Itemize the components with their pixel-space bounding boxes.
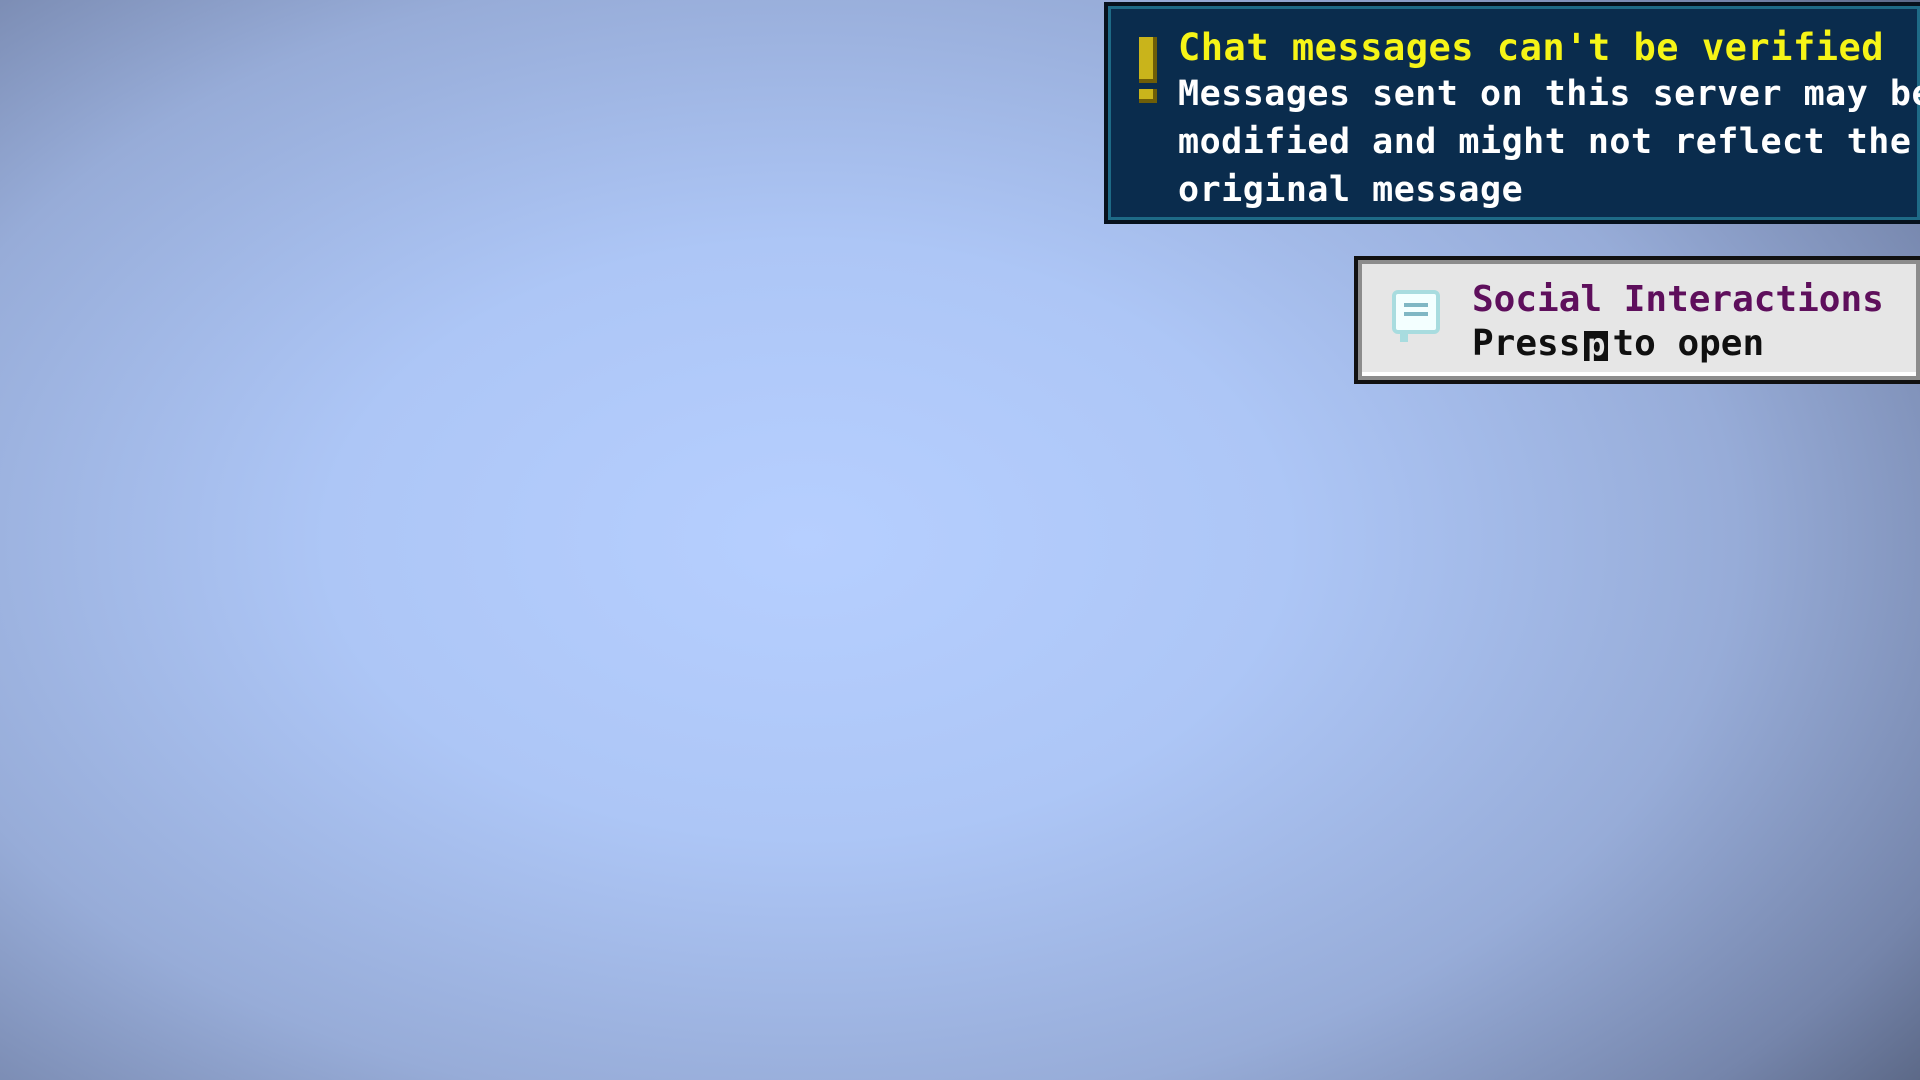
warning-body-line: modified and might not reflect the: [1178, 122, 1912, 162]
chat-verification-warning-toast: Chat messages can't be verified Messages…: [1104, 2, 1920, 224]
social-toast-title: Social Interactions: [1472, 279, 1884, 320]
chat-bubble-icon: [1392, 290, 1440, 346]
hint-prefix: Press: [1472, 323, 1581, 364]
exclamation-icon: [1139, 37, 1157, 107]
warning-body-line: Messages sent on this server may be: [1178, 74, 1920, 114]
warning-title: Chat messages can't be verified: [1178, 26, 1885, 69]
social-interactions-toast: Social Interactions Press p to open: [1354, 256, 1920, 384]
warning-body: Messages sent on this server may be modi…: [1178, 70, 1920, 214]
warning-body-line: original message: [1178, 170, 1524, 210]
hint-suffix: to open: [1612, 323, 1765, 364]
keybind-key: p: [1584, 331, 1609, 361]
social-toast-hint: Press p to open: [1472, 322, 1764, 366]
menu-background: Chat messages can't be verified Messages…: [0, 0, 1920, 1080]
